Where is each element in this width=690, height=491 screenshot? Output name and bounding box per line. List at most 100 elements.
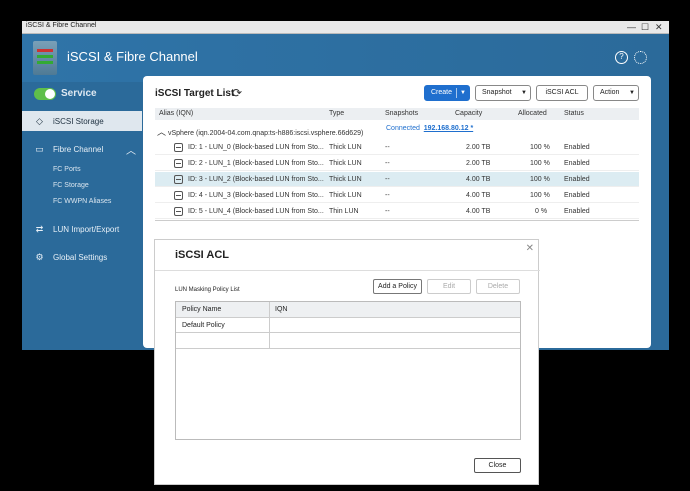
sidebar-item-fibre-channel[interactable]: ▭ Fibre Channel ︿ xyxy=(22,139,142,159)
col-policy-name[interactable]: Policy Name xyxy=(182,306,221,313)
close-icon[interactable]: ✕ xyxy=(526,243,534,254)
row-status: Enabled xyxy=(564,192,590,199)
row-capacity: 4.00 TB xyxy=(466,176,491,183)
close-window-button[interactable]: ✕ xyxy=(655,21,663,33)
disk-icon xyxy=(174,191,183,200)
close-button[interactable]: Close xyxy=(474,458,521,473)
table-row-selected[interactable]: ID: 3 - LUN_2 (Block-based LUN from Sto.… xyxy=(155,172,639,187)
caret-down-icon: ▼ xyxy=(521,90,527,96)
sidebar-item-label: iSCSI Storage xyxy=(53,117,104,126)
col-type[interactable]: Type xyxy=(329,110,344,117)
target-table-header: Alias (IQN) Type Snapshots Capacity Allo… xyxy=(155,108,639,120)
create-button-label: Create xyxy=(431,89,453,96)
row-status: Enabled xyxy=(564,144,590,151)
col-iqn[interactable]: IQN xyxy=(275,306,287,313)
caret-down-icon: ▼ xyxy=(629,90,635,96)
row-capacity: 2.00 TB xyxy=(466,160,491,167)
action-button[interactable]: Action ▼ xyxy=(593,85,639,101)
service-label: Service xyxy=(61,88,97,99)
app-title: iSCSI & Fibre Channel xyxy=(67,49,198,64)
row-capacity: 4.00 TB xyxy=(466,192,491,199)
connection-ip-link[interactable]: 192.168.80.12 * xyxy=(424,125,473,132)
table-row-empty[interactable] xyxy=(176,333,520,349)
row-snapshots: -- xyxy=(385,144,390,151)
sidebar-item-label: LUN Import/Export xyxy=(53,225,120,234)
dialog-title: iSCSI ACL xyxy=(175,249,229,261)
minimize-button[interactable]: — xyxy=(627,21,636,33)
row-snapshots: -- xyxy=(385,176,390,183)
col-alias[interactable]: Alias (IQN) xyxy=(159,110,193,117)
col-allocated[interactable]: Allocated xyxy=(518,110,547,117)
row-snapshots: -- xyxy=(385,192,390,199)
row-status: Enabled xyxy=(564,160,590,167)
col-status[interactable]: Status xyxy=(564,110,584,117)
row-alias: ID: 1 - LUN_0 (Block-based LUN from Sto.… xyxy=(188,144,324,151)
service-toggle[interactable] xyxy=(34,88,56,100)
policy-table-header: Policy Name IQN xyxy=(176,302,520,318)
caret-down-icon: ▼ xyxy=(460,90,466,96)
snapshot-button-label: Snapshot xyxy=(482,89,512,96)
sidebar-item-label: Fibre Channel xyxy=(53,145,104,154)
col-snapshots[interactable]: Snapshots xyxy=(385,110,418,117)
row-status: Enabled xyxy=(564,176,590,183)
row-type: Thin LUN xyxy=(329,208,359,215)
disk-icon xyxy=(174,175,183,184)
app-logo-icon xyxy=(33,41,57,75)
target-group-name: vSphere (iqn.2004-04.com.qnap:ts-h886:is… xyxy=(167,130,364,137)
divider xyxy=(155,220,639,221)
disk-icon xyxy=(174,143,183,152)
refresh-icon[interactable]: ⟳ xyxy=(232,86,242,100)
connection-status: Connected xyxy=(386,125,420,132)
sidebar: Service ◇ iSCSI Storage ▭ Fibre Channel … xyxy=(22,82,142,350)
edit-button[interactable]: Edit xyxy=(427,279,471,294)
row-allocated: 0 % xyxy=(535,208,548,215)
policy-table: Policy Name IQN Default Policy xyxy=(175,301,521,440)
sidebar-item-iscsi-storage[interactable]: ◇ iSCSI Storage xyxy=(22,111,142,131)
import-export-icon: ⇄ xyxy=(35,224,44,234)
target-group-row[interactable]: ︿ vSphere (iqn.2004-04.com.qnap:ts-h886:… xyxy=(157,125,363,138)
add-policy-button[interactable]: Add a Policy xyxy=(373,279,422,294)
table-row[interactable]: ID: 5 - LUN_4 (Block-based LUN from Sto.… xyxy=(155,204,639,219)
gear-icon[interactable] xyxy=(634,51,647,64)
gear-icon: ⚙ xyxy=(35,252,44,262)
row-allocated: 100 % xyxy=(530,192,550,199)
app-header: iSCSI & Fibre Channel ? xyxy=(22,34,669,82)
sidebar-subitem-fc-storage[interactable]: FC Storage xyxy=(53,182,89,189)
panel-title: iSCSI Target List xyxy=(155,88,235,99)
delete-button[interactable]: Delete xyxy=(476,279,520,294)
table-row[interactable]: ID: 2 - LUN_1 (Block-based LUN from Sto.… xyxy=(155,156,639,171)
snapshot-button[interactable]: Snapshot ▼ xyxy=(475,85,531,101)
row-capacity: 2.00 TB xyxy=(466,144,491,151)
sidebar-subitem-fc-wwpn-aliases[interactable]: FC WWPN Aliases xyxy=(53,198,111,205)
policy-list-label: LUN Masking Policy List xyxy=(175,287,240,293)
fibre-icon: ▭ xyxy=(35,144,44,154)
table-row[interactable]: Default Policy xyxy=(176,318,520,333)
chevron-up-icon[interactable]: ︿ xyxy=(126,142,136,157)
iscsi-acl-dialog: iSCSI ACL ✕ LUN Masking Policy List Add … xyxy=(154,239,540,485)
maximize-button[interactable]: ☐ xyxy=(641,21,649,33)
row-allocated: 100 % xyxy=(530,144,550,151)
row-status: Enabled xyxy=(564,208,590,215)
sidebar-subitem-fc-ports[interactable]: FC Ports xyxy=(53,166,81,173)
row-type: Thick LUN xyxy=(329,144,362,151)
row-capacity: 4.00 TB xyxy=(466,208,491,215)
row-type: Thick LUN xyxy=(329,160,362,167)
sidebar-item-lun-import-export[interactable]: ⇄ LUN Import/Export xyxy=(22,219,142,239)
help-icon[interactable]: ? xyxy=(615,51,628,64)
table-row[interactable]: ID: 4 - LUN_3 (Block-based LUN from Sto.… xyxy=(155,188,639,203)
row-alias: ID: 4 - LUN_3 (Block-based LUN from Sto.… xyxy=(188,192,324,199)
target-connection: Connected 192.168.80.12 * xyxy=(386,125,473,132)
table-row[interactable]: ID: 1 - LUN_0 (Block-based LUN from Sto.… xyxy=(155,140,639,155)
row-allocated: 100 % xyxy=(530,160,550,167)
iscsi-acl-button[interactable]: iSCSI ACL xyxy=(536,85,588,101)
storage-icon: ◇ xyxy=(36,116,43,126)
chevron-up-icon[interactable]: ︿ xyxy=(157,127,166,137)
iscsi-acl-button-label: iSCSI ACL xyxy=(545,89,579,96)
col-capacity[interactable]: Capacity xyxy=(455,110,482,117)
disk-icon xyxy=(174,159,183,168)
sidebar-item-label: Global Settings xyxy=(53,253,108,262)
sidebar-item-global-settings[interactable]: ⚙ Global Settings xyxy=(22,247,142,267)
create-button[interactable]: Create ▼ xyxy=(424,85,470,101)
row-snapshots: -- xyxy=(385,160,390,167)
row-allocated: 100 % xyxy=(530,176,550,183)
